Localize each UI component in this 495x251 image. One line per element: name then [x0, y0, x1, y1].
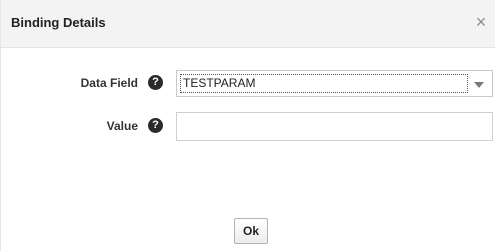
ok-button[interactable]: Ok: [234, 218, 268, 244]
data-field-label: Data Field: [80, 76, 138, 90]
chevron-down-icon: [474, 82, 484, 88]
close-icon[interactable]: ×: [472, 11, 490, 33]
value-label: Value: [106, 119, 138, 133]
value-input[interactable]: [176, 112, 493, 141]
dialog-title: Binding Details: [11, 15, 106, 30]
question-icon[interactable]: ?: [148, 118, 163, 133]
binding-details-dialog: Binding Details × Data Field ? TESTPARAM…: [0, 0, 495, 251]
data-field-dropdown[interactable]: TESTPARAM: [176, 70, 493, 97]
dialog-titlebar: Binding Details ×: [1, 0, 495, 48]
data-field-selected-value: TESTPARAM: [180, 74, 468, 93]
question-icon[interactable]: ?: [148, 75, 163, 90]
